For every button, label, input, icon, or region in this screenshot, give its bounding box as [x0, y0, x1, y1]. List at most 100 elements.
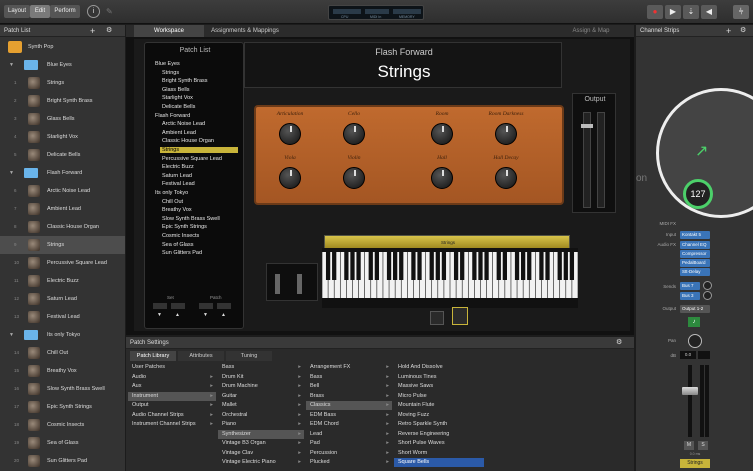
patch-folder[interactable]: ▼ Flash Forward	[0, 164, 125, 182]
patch-list-item[interactable]: Strings	[160, 147, 238, 153]
patch-list-category[interactable]: Blue Eyes	[155, 61, 180, 67]
black-key[interactable]	[417, 252, 422, 280]
black-key[interactable]	[484, 252, 489, 280]
library-item[interactable]: Massive Saws	[394, 382, 484, 391]
black-key[interactable]	[386, 252, 392, 280]
set-down-icon[interactable]: ▼	[157, 312, 162, 318]
concert-item[interactable]: Synth Pop	[0, 38, 125, 56]
library-item[interactable]: Reverse Engineering	[394, 430, 484, 439]
black-key[interactable]	[478, 252, 483, 280]
smart-knob[interactable]	[343, 167, 365, 189]
gear-icon[interactable]: ⚙	[106, 25, 112, 37]
black-key[interactable]	[356, 252, 361, 280]
library-item[interactable]: Mallet ▸	[218, 401, 304, 410]
pencil-icon[interactable]: ✎	[106, 7, 113, 16]
library-item[interactable]: User Patches	[128, 363, 216, 372]
black-key[interactable]	[411, 252, 416, 280]
instrument-icon[interactable]: ♪	[688, 317, 700, 327]
assign-map-button[interactable]: Assign & Map	[566, 25, 616, 37]
library-item[interactable]: Bell ▸	[306, 382, 392, 391]
tab-assignments[interactable]: Assignments & Mappings	[206, 25, 284, 37]
volume-fader-handle[interactable]	[682, 387, 698, 395]
black-key[interactable]	[453, 252, 459, 280]
black-key[interactable]	[435, 252, 440, 280]
library-item[interactable]: Drum Kit ▸	[218, 373, 304, 382]
library-item[interactable]: Vintage Clav ▸	[218, 449, 304, 458]
black-key[interactable]	[325, 252, 331, 280]
patch-row[interactable]: 4 Starlight Vox	[0, 128, 125, 146]
library-item[interactable]: Instrument ▸	[128, 391, 216, 401]
black-key[interactable]	[429, 252, 434, 280]
library-item[interactable]: Short Worm	[394, 449, 484, 458]
send-knob-1[interactable]	[703, 281, 712, 290]
smart-knob[interactable]	[343, 123, 365, 145]
library-item[interactable]: Audio Channel Strips ▸	[128, 411, 216, 420]
add-icon[interactable]: +	[90, 25, 95, 37]
gear-icon[interactable]: ⚙	[740, 25, 746, 37]
send-knob-2[interactable]	[703, 291, 712, 300]
patch-folder[interactable]: ▼ Blue Eyes	[0, 56, 125, 74]
black-key[interactable]	[521, 252, 526, 280]
patch-down-icon[interactable]: ▼	[203, 312, 208, 318]
patch-list-item[interactable]: Electric Buzz	[162, 164, 194, 170]
library-item[interactable]: Aux ▸	[128, 382, 216, 391]
mute-button[interactable]: M	[684, 441, 694, 450]
send-bus-3[interactable]: Bus 3	[680, 292, 700, 300]
black-key[interactable]	[496, 252, 501, 280]
patch-list-item[interactable]: Ambient Lead	[162, 130, 196, 136]
gear-icon[interactable]: ⚙	[616, 337, 622, 349]
mod-wheel[interactable]	[297, 274, 302, 294]
library-item[interactable]: Mountain Flute	[394, 401, 484, 410]
patch-list-item[interactable]: Strings	[162, 70, 179, 76]
library-item[interactable]: Instrument Channel Strips ▸	[128, 420, 216, 429]
library-item[interactable]: Luminous Tines	[394, 373, 484, 382]
info-icon[interactable]: i	[87, 5, 100, 18]
patch-list-item[interactable]: Breathy Vox	[162, 207, 192, 213]
output-slot[interactable]: Output 1-2	[680, 305, 710, 313]
black-key[interactable]	[350, 252, 355, 280]
library-item[interactable]: Orchestral ▸	[218, 411, 304, 420]
library-item[interactable]: EDM Bass ▸	[306, 411, 392, 420]
output-fader-handle[interactable]	[581, 124, 593, 128]
black-key[interactable]	[399, 252, 404, 280]
black-key[interactable]	[368, 252, 373, 280]
library-item[interactable]: Short Pulse Waves	[394, 439, 484, 448]
audio-fx-slot-1[interactable]: Channel EQ	[680, 241, 710, 249]
patch-row[interactable]: 20 Sun Glitters Pad	[0, 452, 125, 470]
patch-row[interactable]: 14 Chill Out	[0, 344, 125, 362]
sustain-pedal-icon[interactable]	[430, 311, 444, 325]
library-item[interactable]: Output ▸	[128, 401, 216, 410]
smart-knob[interactable]	[431, 123, 453, 145]
tuner-icon[interactable]: ⇣	[683, 5, 699, 19]
patch-list-item[interactable]: Bright Synth Brass	[162, 78, 208, 84]
onscreen-keyboard[interactable]	[322, 248, 578, 308]
black-key[interactable]	[527, 252, 532, 280]
black-key[interactable]	[441, 252, 447, 280]
patch-up-icon[interactable]: ▲	[221, 312, 226, 318]
patch-row[interactable]: 19 Sea of Glass	[0, 434, 125, 452]
smart-knob[interactable]	[279, 123, 301, 145]
black-key[interactable]	[539, 252, 544, 280]
speaker-icon[interactable]: ◀	[701, 5, 717, 19]
patch-row[interactable]: 2 Bright Synth Brass	[0, 92, 125, 110]
library-item[interactable]: Drum Machine ▸	[218, 382, 304, 391]
patch-row[interactable]: 7 Ambient Lead	[0, 200, 125, 218]
library-item[interactable]: Classics ▸	[306, 401, 392, 410]
library-item[interactable]: Percussion ▸	[306, 449, 392, 458]
patch-row[interactable]: 18 Cosmic Insects	[0, 416, 125, 434]
library-item[interactable]: Audio ▸	[128, 373, 216, 382]
edit-button[interactable]: Edit	[30, 5, 50, 18]
patch-list-item[interactable]: Classic House Organ	[162, 138, 214, 144]
channel-name[interactable]: Strings	[680, 459, 710, 468]
tab-patch-library[interactable]: Patch Library	[130, 351, 176, 361]
patch-folder[interactable]: ▼ Its only Tokyo	[0, 326, 125, 344]
library-item[interactable]: Square Bells	[394, 458, 484, 467]
solo-button[interactable]: S	[698, 441, 708, 450]
play-icon[interactable]: ▶	[665, 5, 681, 19]
black-key[interactable]	[545, 252, 550, 280]
patch-list-item[interactable]: Chill Out	[162, 199, 183, 205]
add-strip-icon[interactable]: +	[726, 25, 731, 37]
audio-fx-slot-3[interactable]: PedalBoard	[680, 259, 710, 267]
patch-list-category[interactable]: Its only Tokyo	[155, 190, 188, 196]
patch-list-item[interactable]: Percussive Square Lead	[162, 156, 222, 162]
